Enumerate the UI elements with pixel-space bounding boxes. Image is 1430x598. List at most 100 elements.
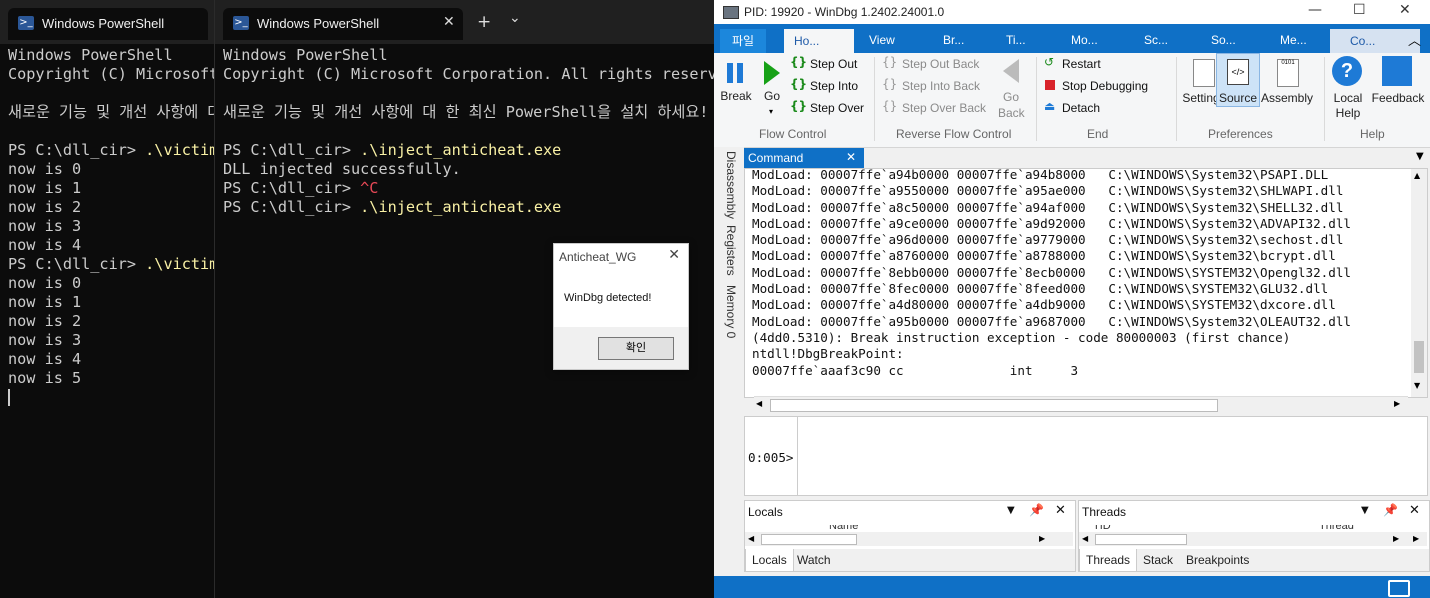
minimize-icon[interactable]: — [1308,2,1322,18]
scroll-right-icon[interactable]: ▶ [1393,534,1399,543]
output-line: ModLoad: 00007ffe`a9550000 00007ffe`a95a… [752,183,1344,199]
terminal-line-text: now is 1 [8,179,82,197]
terminal-line: PS C:\dll_cir> .\victim.exe [8,255,214,274]
terminal-2-tab[interactable]: >_ Windows PowerShell ✕ [223,8,463,40]
panel-close-icon[interactable]: ✕ [1055,503,1066,518]
hscroll-thumb[interactable] [770,399,1218,412]
terminal-line: now is 0 [8,160,214,179]
break-button[interactable]: Break [720,57,752,107]
stop-debugging-label: Stop Debugging [1062,79,1149,93]
output-line: ModLoad: 00007ffe`a94b0000 00007ffe`a94b… [752,168,1329,182]
assembly-button[interactable]: 0101 Assembly [1260,55,1314,119]
command-tab[interactable]: Command ✕ [744,148,864,168]
scroll-down-icon[interactable]: ▼ [1414,381,1420,390]
feedback-button[interactable]: Feedback [1370,55,1426,119]
output-line: ModLoad: 00007ffe`8ebb0000 00007ffe`8ecb… [752,264,1351,280]
threads-column-tid[interactable]: TID [1093,525,1111,531]
pane-menu-icon[interactable]: ▼ [1416,151,1424,162]
tab-watch[interactable]: Watch [797,553,831,567]
scroll-left-icon[interactable]: ◀ [756,399,762,408]
ribbon-tab-command[interactable]: Co... [1330,29,1420,53]
threads-panel: Threads ▼ 📌 ✕ TID Thread ◀ ▶ ▶ Threads S… [1078,500,1430,572]
tab-locals[interactable]: Locals [745,549,794,572]
close-tab-icon[interactable]: ✕ [443,14,455,30]
hscroll-thumb[interactable] [1095,534,1187,545]
new-tab-button[interactable]: + [477,12,491,32]
scroll-up-icon[interactable]: ▲ [1414,171,1420,180]
threads-column-thread[interactable]: Thread [1319,525,1354,531]
ribbon-tab-memory[interactable]: Me... [1280,33,1307,47]
step-out-back-icon: {} [882,55,898,69]
assembly-icon: 0101 [1277,59,1299,87]
local-help-button[interactable]: ? Local Help [1328,55,1368,120]
scroll-thumb[interactable] [1414,341,1424,373]
terminal-line: 새로운 기능 및 개선 사항에 대 한 최신 PowerShell을 설치 하세… [223,103,715,122]
maximize-icon[interactable]: ☐ [1353,2,1366,18]
ribbon-tab-view[interactable]: View [869,33,895,47]
tab-stack[interactable]: Stack [1143,553,1173,567]
locals-hscroll[interactable]: ◀ ▶ [745,532,1073,546]
threads-hscroll[interactable]: ◀ ▶ ▶ [1079,532,1427,546]
source-button[interactable]: </> Source [1216,53,1260,107]
command-tab-close-icon[interactable]: ✕ [846,150,856,164]
terminal-line: now is 2 [8,198,214,217]
panel-dropdown-icon[interactable]: ▼ [1007,505,1015,516]
pin-icon[interactable]: 📌 [1029,503,1044,517]
scroll-left-icon[interactable]: ◀ [748,534,754,543]
panel-dropdown-icon[interactable]: ▼ [1361,505,1369,516]
collapse-ribbon-icon[interactable]: ︿ [1408,30,1421,49]
chat-feedback-icon[interactable] [1388,580,1410,597]
scroll-left-icon[interactable]: ◀ [1082,534,1088,543]
scroll-right-icon[interactable]: ▶ [1394,399,1400,408]
tab-threads[interactable]: Threads [1079,549,1138,572]
output-vertical-scrollbar[interactable]: ▲ ▼ [1411,169,1427,397]
locals-column-name[interactable]: Name [829,525,858,531]
ribbon-tab-scripting[interactable]: Sc... [1144,33,1168,47]
group-help: Help [1360,127,1385,141]
go-back-button[interactable]: Go Back [998,57,1025,120]
pin-icon[interactable]: 📌 [1383,503,1398,517]
terminal-line-text: now is 2 [8,312,82,330]
terminal-line: now is 0 [8,274,214,293]
output-horizontal-scrollbar[interactable]: ◀ ▶ [754,396,1408,413]
ribbon-tab-model[interactable]: Mo... [1071,33,1098,47]
command-output[interactable]: ModLoad: 00007ffe`a94b0000 00007ffe`a94b… [744,168,1428,398]
break-label: Break [720,89,752,103]
tab-dropdown-button[interactable]: ⌄ [509,10,521,26]
close-window-icon[interactable]: ✕ [1399,2,1411,18]
terminal-line-text: DLL injected successfully. [223,160,461,178]
panel-close-icon[interactable]: ✕ [1409,503,1420,518]
ribbon-tab-file[interactable]: 파일 [720,29,767,53]
threads-header: Threads ▼ 📌 ✕ [1079,501,1429,523]
terminal-line: 새로운 기능 및 개선 사항에 대 한 최신 PowerShell을 설치 하세… [8,103,214,122]
scroll-right-icon[interactable]: ▶ [1039,534,1045,543]
go-button[interactable]: Go ▾ [760,57,784,117]
output-line: ModLoad: 00007ffe`a95b0000 00007ffe`a968… [752,313,1351,329]
terminal-1-output[interactable]: Windows PowerShell Copyright (C) Microsof… [8,46,214,407]
ribbon-tab-home[interactable]: Ho... [784,29,854,53]
go-dropdown-icon[interactable]: ▾ [769,107,773,116]
side-tab-registers[interactable]: Registers [724,225,738,276]
command-input[interactable] [799,417,1425,495]
scroll-right-end-icon[interactable]: ▶ [1413,534,1419,543]
group-flow-control: Flow Control [759,127,827,141]
threads-tab-bar: Threads Stack Breakpoints [1079,549,1429,572]
command-output-text[interactable]: ModLoad: 00007ffe`a94b0000 00007ffe`a94b… [752,168,1351,379]
terminal-command: .\inject_anticheat.exe [360,198,562,216]
dialog-close-icon[interactable]: ✕ [668,247,680,263]
dialog-ok-button[interactable]: 확인 [598,337,674,360]
ribbon-tab-breakpoints[interactable]: Br... [943,33,964,47]
terminal-window-1: >_ Windows PowerShell Windows PowerShell… [0,0,214,598]
tab-breakpoints[interactable]: Breakpoints [1186,553,1249,567]
ribbon-tab-source[interactable]: So... [1211,33,1236,47]
group-preferences: Preferences [1208,127,1273,141]
stop-icon [1045,80,1055,90]
side-tab-disassembly[interactable]: Disassembly [724,151,738,219]
terminal-2-output[interactable]: Windows PowerShell Copyright (C) Microsof… [223,46,715,217]
terminal-1-tab[interactable]: >_ Windows PowerShell [8,8,208,40]
ribbon-tab-time-travel[interactable]: Ti... [1006,33,1026,47]
side-tab-memory[interactable]: Memory 0 [724,285,738,338]
terminal-line-text: PS C:\dll_cir> [223,179,361,197]
terminal-line-text: now is 1 [8,293,82,311]
hscroll-thumb[interactable] [761,534,857,545]
